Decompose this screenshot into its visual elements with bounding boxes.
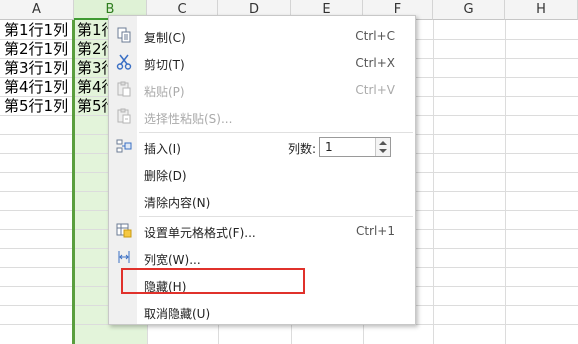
menu-item-unhide[interactable]: 取消隐藏(U) [109, 299, 415, 325]
copy-icon [116, 27, 132, 43]
cell-a4[interactable]: 第4行1列 [4, 77, 72, 97]
shortcut-cut: Ctrl+X [355, 56, 395, 70]
shortcut-format-cells: Ctrl+1 [355, 224, 395, 238]
cell-a1[interactable]: 第1行1列 [4, 20, 72, 40]
menu-item-copy[interactable]: 复制(C) Ctrl+C [109, 23, 415, 49]
menu-label-paste: 粘贴(P) [144, 85, 185, 99]
column-header-g[interactable]: G [433, 0, 505, 20]
hide-highlight-box [121, 268, 305, 294]
menu-label-format-cells: 设置单元格格式(F)... [144, 226, 256, 240]
column-b-left-border [72, 20, 75, 344]
column-width-icon [116, 249, 132, 265]
cell-b4[interactable]: 第4行 [77, 77, 108, 97]
cell-b1[interactable]: 第1行 [77, 20, 108, 40]
menu-item-insert[interactable]: 插入(I) 列数: 1 [109, 134, 415, 160]
stepper-up-icon[interactable] [379, 141, 387, 145]
scissors-icon [116, 54, 132, 70]
insert-column-icon [116, 138, 132, 154]
menu-label-delete: 删除(D) [144, 169, 187, 183]
menu-item-paste-special[interactable]: 选择性粘贴(S)... [109, 104, 415, 130]
shortcut-paste: Ctrl+V [355, 83, 395, 97]
cell-a3[interactable]: 第3行1列 [4, 58, 72, 78]
menu-separator [139, 132, 413, 133]
cell-b3[interactable]: 第3行 [77, 58, 108, 78]
column-count-stepper[interactable]: 1 [319, 137, 391, 157]
cell-a2[interactable]: 第2行1列 [4, 39, 72, 59]
menu-label-cut: 剪切(T) [144, 58, 185, 72]
menu-item-delete[interactable]: 删除(D) [109, 161, 415, 187]
column-header-h[interactable]: H [505, 0, 578, 20]
menu-label-insert: 插入(I) [144, 142, 181, 156]
cell-a5[interactable]: 第5行1列 [4, 96, 72, 116]
paste-icon [116, 81, 132, 97]
menu-separator [139, 216, 413, 217]
menu-item-paste[interactable]: 粘贴(P) Ctrl+V [109, 77, 415, 103]
menu-label-column-width: 列宽(W)... [144, 253, 201, 267]
stepper-down-icon[interactable] [379, 149, 387, 153]
menu-label-paste-special: 选择性粘贴(S)... [144, 112, 233, 126]
cell-b2[interactable]: 第2行 [77, 39, 108, 59]
column-count-value[interactable]: 1 [325, 140, 333, 154]
menu-label-clear-contents: 清除内容(N) [144, 196, 211, 210]
stepper-buttons[interactable] [375, 138, 390, 156]
grid-line [505, 20, 506, 344]
grid-line [433, 20, 434, 344]
menu-label-unhide: 取消隐藏(U) [144, 307, 211, 321]
paste-special-icon [116, 108, 132, 124]
shortcut-copy: Ctrl+C [355, 29, 395, 43]
menu-item-cut[interactable]: 剪切(T) Ctrl+X [109, 50, 415, 76]
column-count-label: 列数: [288, 142, 317, 156]
menu-item-format-cells[interactable]: 设置单元格格式(F)... Ctrl+1 [109, 218, 415, 244]
format-cells-icon [116, 222, 132, 238]
menu-item-clear-contents[interactable]: 清除内容(N) [109, 188, 415, 214]
column-header-a[interactable]: A [0, 0, 74, 20]
menu-label-copy: 复制(C) [144, 31, 186, 45]
cell-b5[interactable]: 第5行 [77, 96, 108, 116]
